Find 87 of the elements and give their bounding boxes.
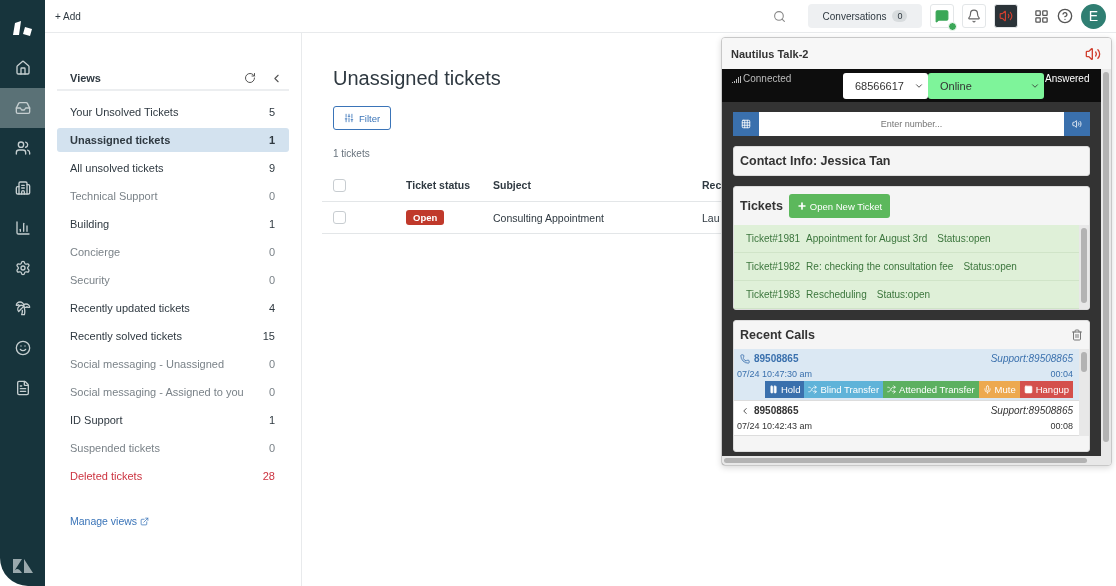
- view-item[interactable]: Social messaging - Unassigned 0: [57, 352, 289, 376]
- add-link[interactable]: + Add: [55, 10, 81, 22]
- trash-icon[interactable]: [1071, 329, 1083, 341]
- hangup-button[interactable]: Hangup: [1019, 381, 1073, 398]
- column-header: Rec: [702, 179, 723, 191]
- filter-button[interactable]: Filter: [333, 106, 392, 130]
- table-cell-text: Lau: [702, 211, 721, 224]
- page-title: Unassigned tickets: [333, 67, 501, 90]
- bell-icon: [967, 9, 981, 23]
- volume-button[interactable]: [1064, 112, 1090, 136]
- bar-chart-icon[interactable]: [14, 220, 31, 236]
- view-item[interactable]: ID Support 1: [57, 408, 289, 432]
- scrollbar[interactable]: [1079, 225, 1089, 309]
- select-all-checkbox[interactable]: [333, 178, 346, 192]
- stop-icon: [1023, 385, 1033, 394]
- chat-icon: [935, 9, 949, 23]
- search-icon[interactable]: [773, 9, 786, 23]
- shuffle-icon: [808, 385, 818, 394]
- document-icon[interactable]: [14, 380, 31, 396]
- palm-tree-icon[interactable]: [14, 300, 31, 316]
- building-icon[interactable]: [14, 180, 31, 196]
- popup-title: Nautilus Talk-2: [731, 47, 809, 60]
- smile-icon[interactable]: [14, 340, 31, 356]
- view-item[interactable]: Unassigned tickets 1: [57, 128, 289, 152]
- pause-icon: [768, 385, 778, 394]
- horizontal-scrollbar[interactable]: [722, 456, 1101, 465]
- view-item[interactable]: Social messaging - Assigned to you 0: [57, 380, 289, 404]
- conversations-button[interactable]: Conversations 0: [808, 4, 922, 28]
- view-item[interactable]: Recently solved tickets 15: [57, 324, 289, 348]
- settings-icon[interactable]: [14, 260, 31, 276]
- attended-button[interactable]: Attended Transfer: [883, 381, 979, 398]
- shuffle-icon: [887, 385, 897, 394]
- column-header: Subject: [493, 179, 532, 191]
- view-item[interactable]: Concierge 0: [57, 240, 289, 264]
- number-input[interactable]: Enter number...: [759, 112, 1064, 136]
- help-icon[interactable]: [1057, 8, 1073, 24]
- phone-logo-icon: [1085, 45, 1101, 62]
- view-item[interactable]: Your Unsolved Tickets 5: [57, 100, 289, 124]
- popup-scrollbar[interactable]: [1101, 69, 1111, 465]
- view-item[interactable]: Recently updated tickets 4: [57, 296, 289, 320]
- status-select[interactable]: Online: [928, 73, 1044, 99]
- call-row[interactable]: 89508865 Support:89508865 07/24 10:42:43 am 00:08: [734, 401, 1079, 436]
- view-item[interactable]: Building 1: [57, 212, 289, 236]
- chevron-down-icon: [914, 81, 924, 91]
- hold-button[interactable]: Hold: [764, 381, 805, 398]
- manage-views-link[interactable]: Manage views: [70, 515, 150, 527]
- line-select[interactable]: 68566617: [843, 73, 928, 99]
- views-title: Views: [70, 72, 102, 84]
- tickets-title: Tickets: [740, 199, 783, 213]
- view-item[interactable]: Technical Support 0: [57, 184, 289, 208]
- scrollbar[interactable]: [1079, 349, 1089, 436]
- home-icon[interactable]: [14, 60, 31, 76]
- plus-icon: [796, 201, 807, 211]
- recent-calls-title: Recent Calls: [740, 328, 816, 342]
- speaker-icon: [999, 9, 1013, 23]
- apps-icon[interactable]: [1034, 8, 1049, 24]
- speaker-icon: [1072, 119, 1082, 129]
- column-header: Ticket status: [406, 179, 471, 191]
- refresh-icon[interactable]: [244, 72, 256, 84]
- connection-status: Connected: [743, 73, 793, 84]
- chat-button[interactable]: [930, 4, 954, 28]
- z-logo-icon: [12, 559, 33, 573]
- keypad-icon: [741, 119, 751, 129]
- phone-app-button[interactable]: [994, 4, 1018, 28]
- notifications-button[interactable]: [962, 4, 986, 28]
- logo-icon: [12, 19, 33, 37]
- status-badge: Open: [406, 210, 445, 225]
- inbox-icon[interactable]: [14, 100, 31, 116]
- user-avatar[interactable]: E: [1081, 3, 1106, 29]
- call-state: Answered: [1045, 73, 1090, 84]
- keypad-button[interactable]: [733, 112, 759, 136]
- row-checkbox[interactable]: [333, 211, 346, 224]
- chevron-down-icon: [1030, 81, 1040, 91]
- sliders-icon: [344, 113, 354, 123]
- microphone-icon: [982, 385, 992, 394]
- contact-info: Contact Info: Jessica Tan: [740, 154, 891, 168]
- view-item[interactable]: Suspended tickets 0: [57, 436, 289, 460]
- ticket-count: 1 tickets: [333, 148, 371, 159]
- people-icon[interactable]: [14, 140, 31, 156]
- table-cell-text: Consulting Appointment: [493, 211, 605, 224]
- external-link-icon: [140, 516, 150, 526]
- view-item[interactable]: Deleted tickets 28: [57, 464, 289, 488]
- count-badge: 0: [892, 10, 908, 22]
- view-item[interactable]: Security 0: [57, 268, 289, 292]
- call-row[interactable]: 89508865 Support:89508865 07/24 10:47:30 am 00:04 Hold Blind Transfer Attended Transfer Mute Hangup: [734, 349, 1079, 401]
- view-item[interactable]: All unsolved tickets 9: [57, 156, 289, 180]
- signal-icon: [732, 76, 741, 83]
